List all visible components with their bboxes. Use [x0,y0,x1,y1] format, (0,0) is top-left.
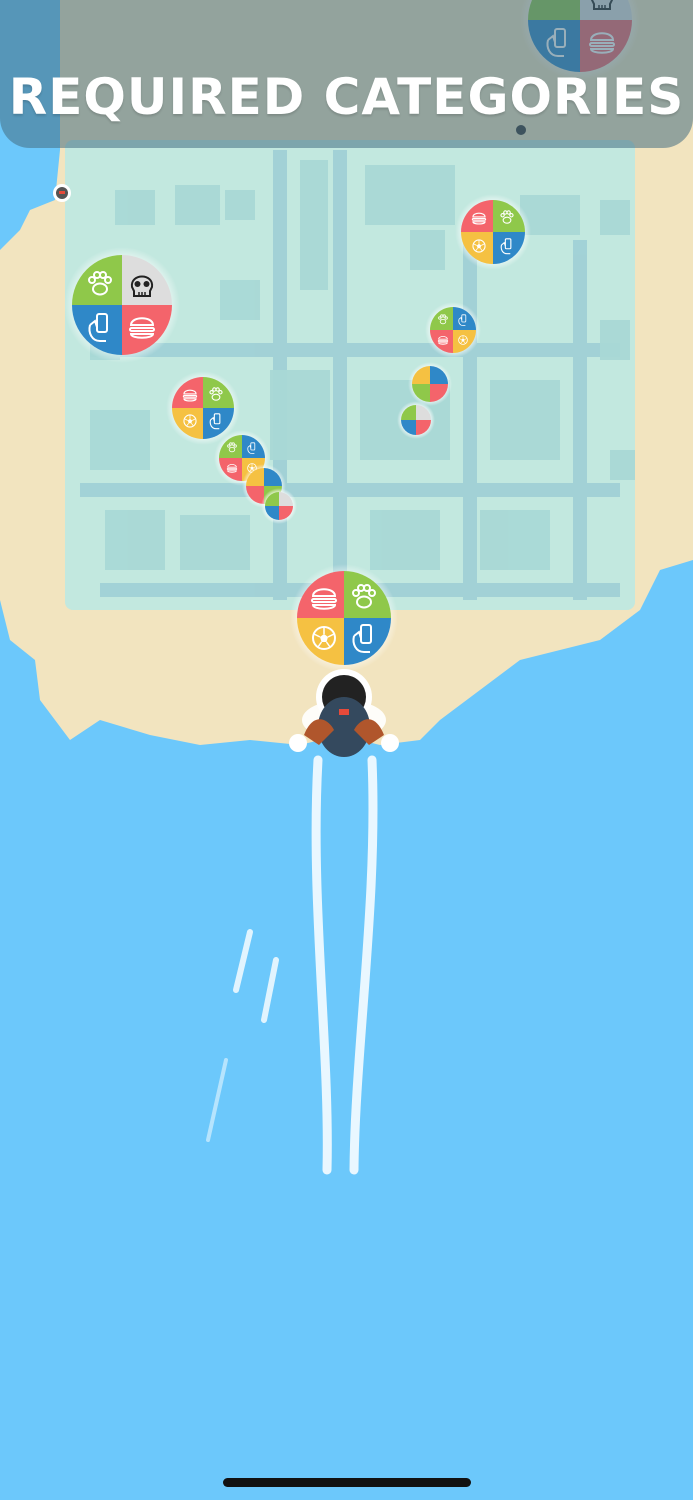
bubble-right-small [425,302,481,358]
banner-title: REQUIRED CATEGORIES [8,68,685,126]
game-scene [0,0,693,1500]
bubble-large-left [64,247,180,363]
bubble-left-tiny-b [261,488,297,524]
bubble-right-upper [455,194,531,270]
bubble-player-target [290,564,398,672]
category-banner: REQUIRED CATEGORIES [0,0,693,148]
other-jumper [53,184,71,202]
home-indicator[interactable] [223,1478,471,1487]
bubble-center-small [408,362,452,406]
bubble-center-tiny [397,401,435,439]
